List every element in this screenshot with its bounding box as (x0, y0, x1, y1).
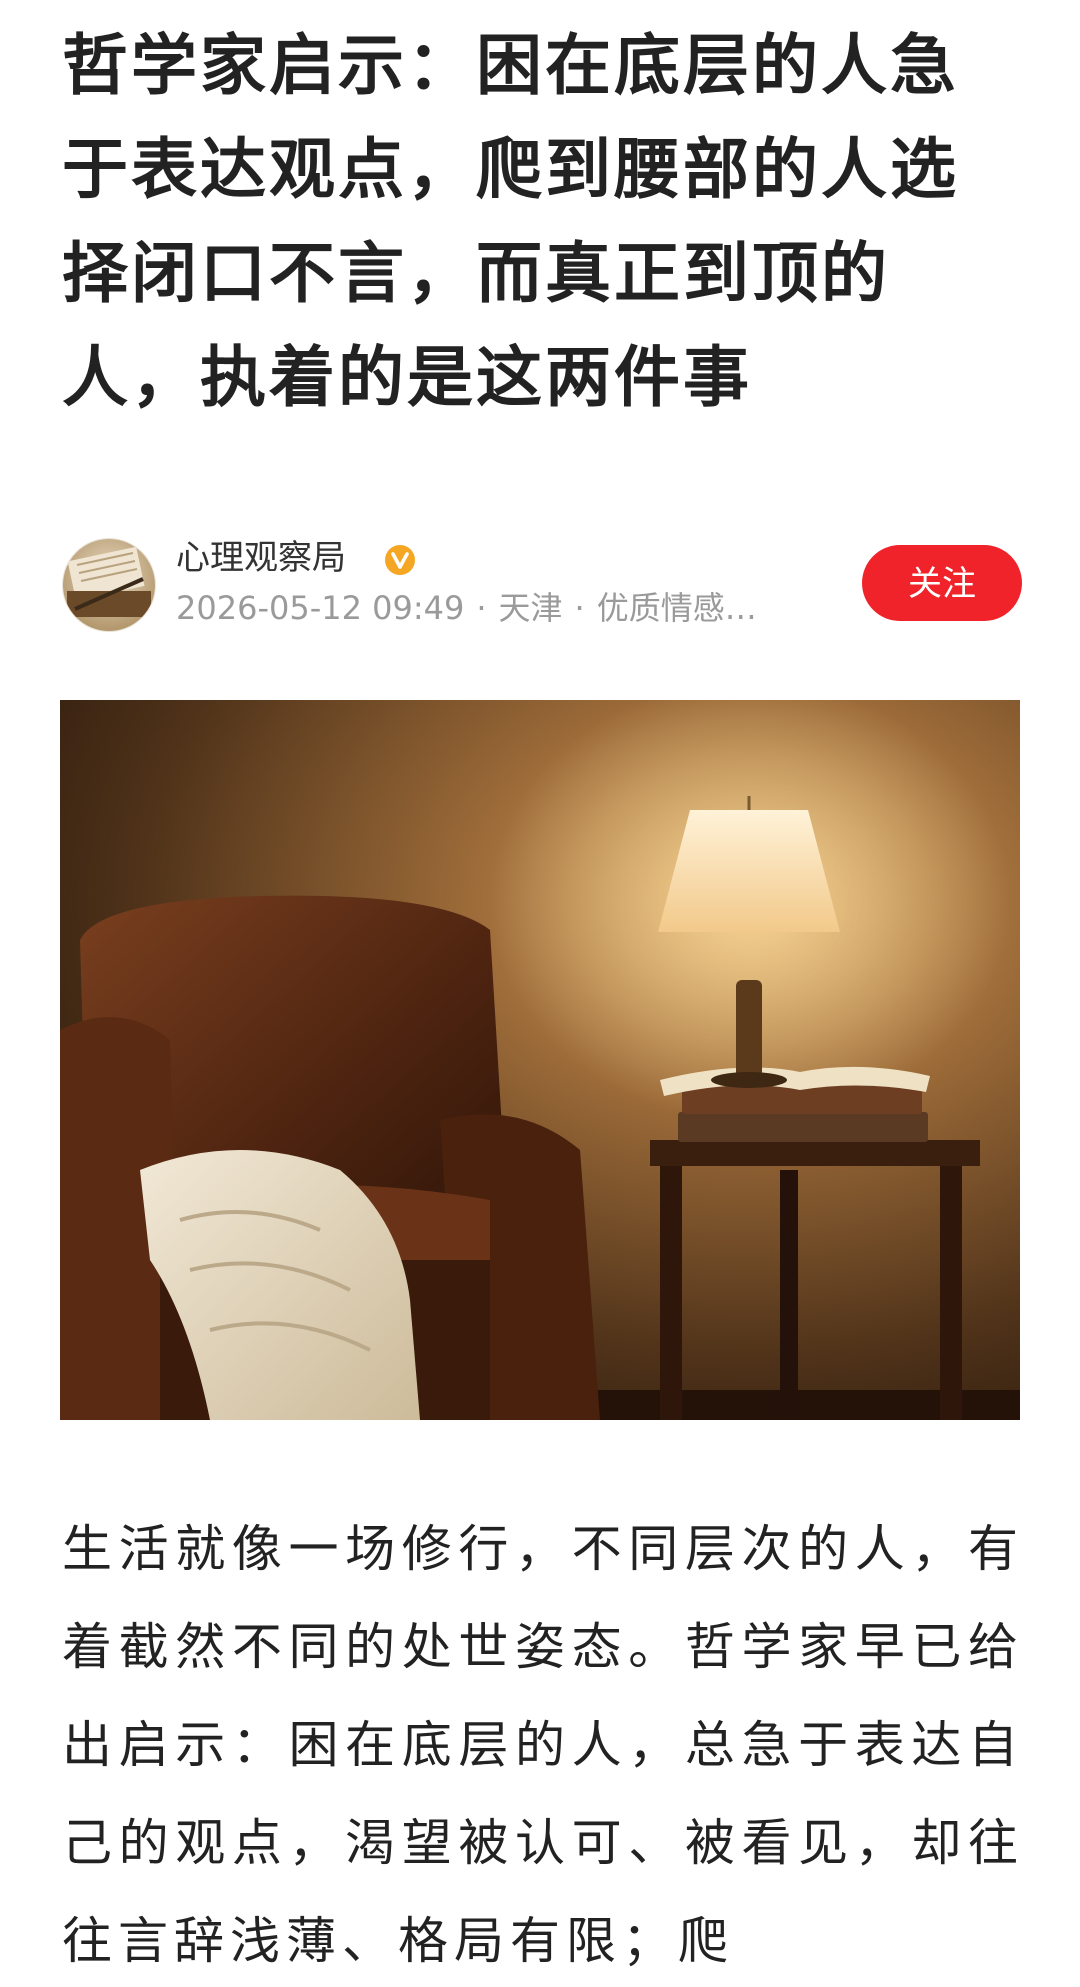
article-page: 哲学家启示：困在底层的人急于表达观点，爬到腰部的人选择闭口不言，而真正到顶的人，… (0, 0, 1080, 1987)
cover-image[interactable] (60, 700, 1020, 1420)
article-title: 哲学家启示：困在底层的人急于表达观点，爬到腰部的人选择闭口不言，而真正到顶的人，… (62, 27, 959, 416)
author-name[interactable]: 心理观察局 (176, 536, 346, 580)
author-category: 优质情感… (596, 589, 757, 627)
meta-separator: · (574, 589, 585, 627)
article-meta: 2026-05-12 09:49 · 天津 · 优质情感… (176, 586, 757, 630)
follow-button[interactable]: 关注 (862, 545, 1022, 621)
verified-badge-icon (385, 545, 415, 575)
cover-photo-icon (60, 700, 1020, 1420)
article-paragraph: 生活就像一场修行，不同层次的人，有着截然不同的处世姿态。哲学家早已给出启示：困在… (62, 1520, 1024, 1970)
publish-location: 天津 (498, 589, 563, 627)
author-avatar[interactable] (62, 538, 156, 632)
avatar-image-icon (63, 539, 155, 631)
author-row: 心理观察局 2026-05-12 09:49 · 天津 · 优质情感… 关注 (62, 536, 1022, 632)
publish-time: 2026-05-12 09:49 (176, 589, 465, 627)
meta-separator: · (476, 589, 487, 627)
